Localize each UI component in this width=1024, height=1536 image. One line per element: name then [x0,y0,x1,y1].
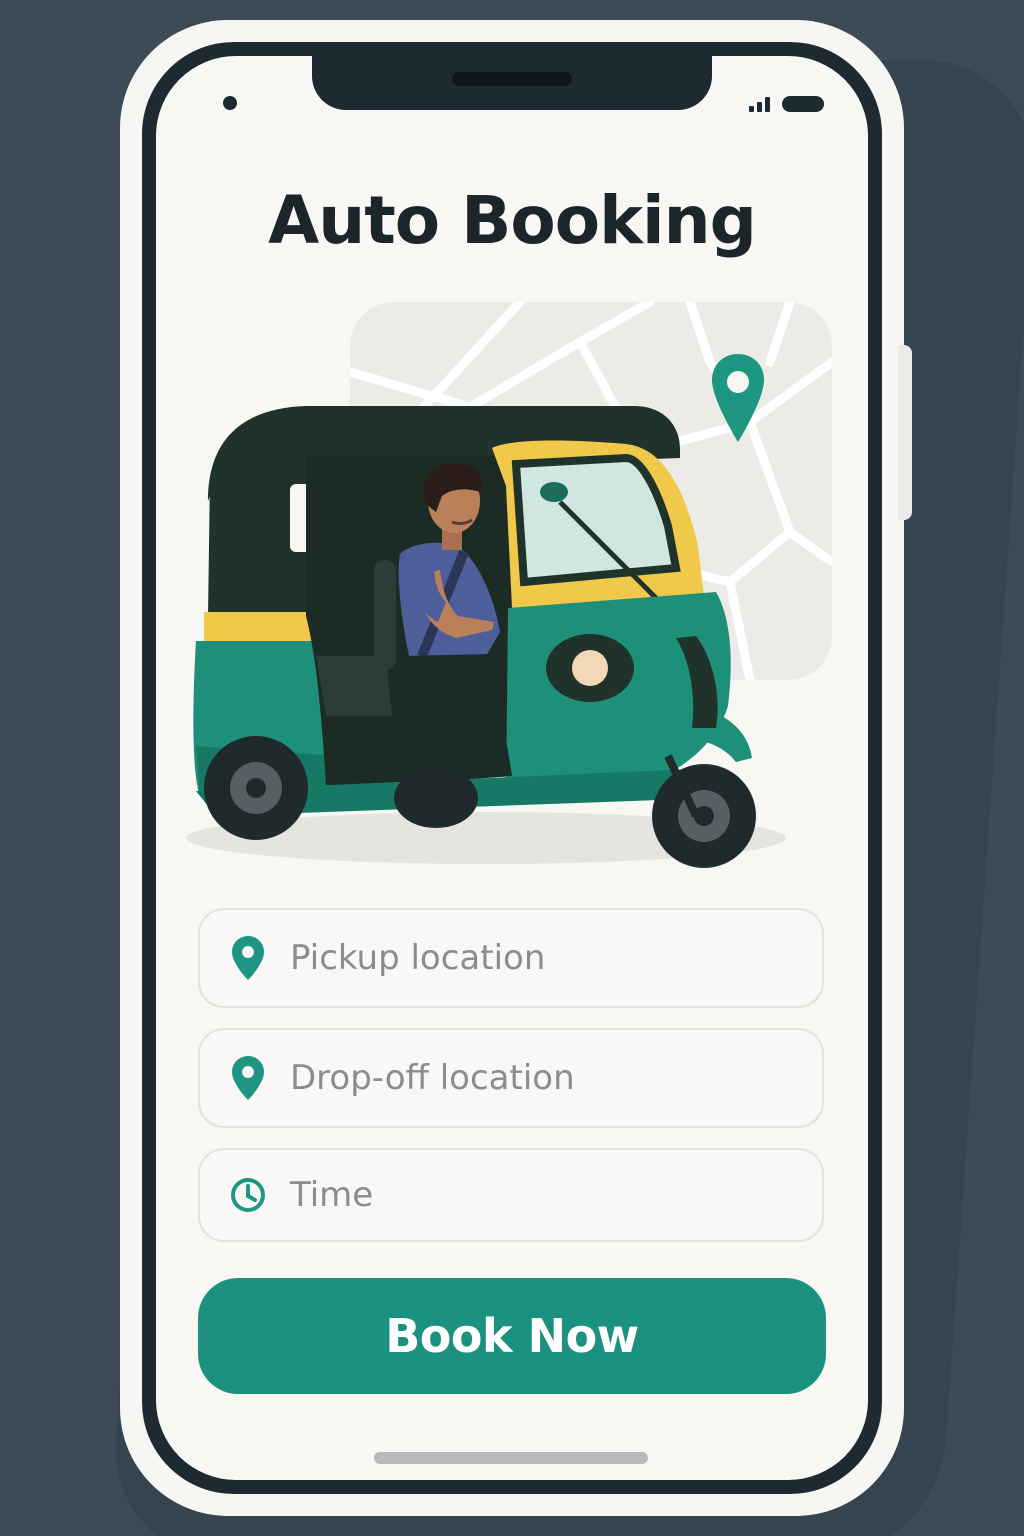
home-indicator[interactable] [374,1452,648,1464]
clock-icon [228,1175,268,1215]
rear-yellow-stripe [204,612,314,644]
dropoff-location-placeholder: Drop-off location [290,1058,575,1098]
time-placeholder: Time [290,1175,374,1215]
phone-screen: Auto Booking Pickup location Drop-off lo… [156,56,868,1480]
book-now-button[interactable]: Book Now [198,1278,826,1394]
dropoff-location-field[interactable]: Drop-off location [198,1028,824,1128]
time-field[interactable]: Time [198,1148,824,1242]
middle-wheel [394,768,478,828]
pickup-location-placeholder: Pickup location [290,938,546,978]
windshield [511,453,681,587]
headlight [572,650,608,686]
stage: Auto Booking Pickup location Drop-off lo… [0,0,1024,1536]
pickup-location-field[interactable]: Pickup location [198,908,824,1008]
auto-rickshaw-illustration [186,406,786,868]
location-pin-icon [228,936,268,980]
location-pin-icon [228,1056,268,1100]
side-button [898,345,912,520]
